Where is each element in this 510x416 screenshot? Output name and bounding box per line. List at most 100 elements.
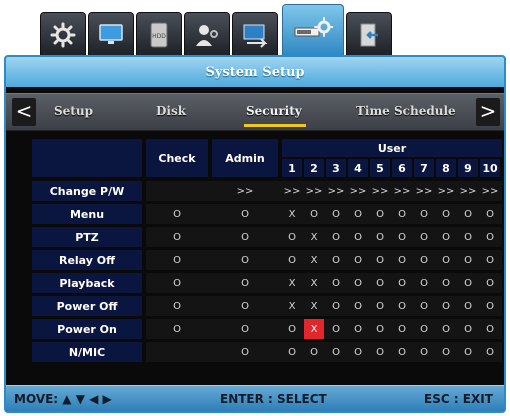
- tab-network[interactable]: [232, 12, 278, 56]
- user-permission-cell[interactable]: X: [304, 296, 324, 316]
- user-permission-cell[interactable]: O: [304, 342, 324, 362]
- admin-cell[interactable]: O: [212, 273, 278, 293]
- nav-tab-security[interactable]: Security: [246, 104, 302, 118]
- user-permission-cell[interactable]: O: [348, 342, 368, 362]
- user-permission-cell[interactable]: O: [370, 273, 390, 293]
- selected-permission-cell[interactable]: X: [304, 319, 324, 339]
- nav-next-button[interactable]: >: [476, 98, 500, 126]
- user-permission-cell[interactable]: >>: [392, 181, 412, 201]
- user-permission-cell[interactable]: >>: [348, 181, 368, 201]
- user-permission-cell[interactable]: O: [348, 273, 368, 293]
- user-permission-cell[interactable]: X: [304, 273, 324, 293]
- user-permission-cell[interactable]: O: [458, 250, 478, 270]
- user-permission-cell[interactable]: O: [348, 204, 368, 224]
- user-permission-cell[interactable]: O: [326, 227, 346, 247]
- user-permission-cell[interactable]: O: [436, 342, 456, 362]
- user-permission-cell[interactable]: O: [282, 227, 302, 247]
- user-permission-cell[interactable]: O: [480, 250, 500, 270]
- user-permission-cell[interactable]: O: [458, 296, 478, 316]
- check-cell[interactable]: O: [146, 204, 208, 224]
- user-permission-cell[interactable]: O: [304, 204, 324, 224]
- admin-cell[interactable]: O: [212, 227, 278, 247]
- user-permission-cell[interactable]: O: [458, 342, 478, 362]
- check-cell[interactable]: O: [146, 319, 208, 339]
- user-permission-cell[interactable]: X: [304, 227, 324, 247]
- user-permission-cell[interactable]: O: [436, 319, 456, 339]
- user-permission-cell[interactable]: O: [458, 319, 478, 339]
- user-permission-cell[interactable]: O: [326, 342, 346, 362]
- user-permission-cell[interactable]: O: [480, 319, 500, 339]
- nav-tab-time-schedule[interactable]: Time Schedule: [356, 104, 456, 118]
- user-permission-cell[interactable]: O: [414, 296, 434, 316]
- nav-tab-disk[interactable]: Disk: [156, 104, 186, 118]
- user-permission-cell[interactable]: O: [436, 296, 456, 316]
- check-cell[interactable]: [146, 181, 208, 201]
- tab-exit[interactable]: [346, 12, 392, 56]
- admin-cell[interactable]: O: [212, 319, 278, 339]
- user-permission-cell[interactable]: O: [414, 273, 434, 293]
- check-cell[interactable]: O: [146, 250, 208, 270]
- user-permission-cell[interactable]: >>: [282, 181, 302, 201]
- user-permission-cell[interactable]: O: [392, 296, 412, 316]
- admin-cell[interactable]: O: [212, 296, 278, 316]
- user-permission-cell[interactable]: O: [370, 204, 390, 224]
- user-permission-cell[interactable]: O: [480, 342, 500, 362]
- user-permission-cell[interactable]: O: [348, 250, 368, 270]
- user-permission-cell[interactable]: O: [414, 204, 434, 224]
- user-permission-cell[interactable]: O: [348, 227, 368, 247]
- user-permission-cell[interactable]: O: [436, 273, 456, 293]
- user-permission-cell[interactable]: O: [480, 296, 500, 316]
- tab-display[interactable]: [88, 12, 134, 56]
- user-permission-cell[interactable]: O: [414, 342, 434, 362]
- user-permission-cell[interactable]: O: [370, 227, 390, 247]
- user-permission-cell[interactable]: O: [326, 319, 346, 339]
- user-permission-cell[interactable]: O: [326, 273, 346, 293]
- user-permission-cell[interactable]: O: [392, 342, 412, 362]
- check-cell[interactable]: O: [146, 273, 208, 293]
- user-permission-cell[interactable]: O: [392, 319, 412, 339]
- user-permission-cell[interactable]: O: [392, 273, 412, 293]
- user-permission-cell[interactable]: O: [414, 319, 434, 339]
- tab-system-setup[interactable]: [282, 4, 344, 56]
- user-permission-cell[interactable]: O: [458, 273, 478, 293]
- tab-settings[interactable]: [40, 12, 86, 56]
- check-cell[interactable]: O: [146, 227, 208, 247]
- admin-cell[interactable]: >>: [212, 181, 278, 201]
- user-permission-cell[interactable]: O: [326, 204, 346, 224]
- user-permission-cell[interactable]: O: [348, 296, 368, 316]
- user-permission-cell[interactable]: O: [392, 204, 412, 224]
- user-permission-cell[interactable]: O: [282, 319, 302, 339]
- user-permission-cell[interactable]: O: [370, 250, 390, 270]
- nav-tab-setup[interactable]: Setup: [54, 104, 93, 118]
- tab-users[interactable]: [184, 12, 230, 56]
- user-permission-cell[interactable]: O: [370, 296, 390, 316]
- user-permission-cell[interactable]: O: [282, 250, 302, 270]
- user-permission-cell[interactable]: O: [414, 227, 434, 247]
- user-permission-cell[interactable]: X: [282, 273, 302, 293]
- user-permission-cell[interactable]: O: [458, 204, 478, 224]
- user-permission-cell[interactable]: O: [480, 227, 500, 247]
- user-permission-cell[interactable]: >>: [326, 181, 346, 201]
- admin-cell[interactable]: O: [212, 342, 278, 362]
- tab-storage[interactable]: HDD: [136, 12, 182, 56]
- user-permission-cell[interactable]: O: [436, 227, 456, 247]
- user-permission-cell[interactable]: O: [326, 296, 346, 316]
- user-permission-cell[interactable]: >>: [304, 181, 324, 201]
- user-permission-cell[interactable]: >>: [370, 181, 390, 201]
- user-permission-cell[interactable]: >>: [480, 181, 500, 201]
- user-permission-cell[interactable]: O: [436, 204, 456, 224]
- user-permission-cell[interactable]: O: [458, 227, 478, 247]
- user-permission-cell[interactable]: >>: [458, 181, 478, 201]
- user-permission-cell[interactable]: O: [326, 250, 346, 270]
- user-permission-cell[interactable]: O: [348, 319, 368, 339]
- admin-cell[interactable]: O: [212, 204, 278, 224]
- nav-prev-button[interactable]: <: [12, 98, 36, 126]
- user-permission-cell[interactable]: O: [414, 250, 434, 270]
- admin-cell[interactable]: O: [212, 250, 278, 270]
- check-cell[interactable]: [146, 342, 208, 362]
- user-permission-cell[interactable]: O: [392, 227, 412, 247]
- user-permission-cell[interactable]: O: [370, 342, 390, 362]
- check-cell[interactable]: O: [146, 296, 208, 316]
- user-permission-cell[interactable]: O: [282, 342, 302, 362]
- user-permission-cell[interactable]: >>: [436, 181, 456, 201]
